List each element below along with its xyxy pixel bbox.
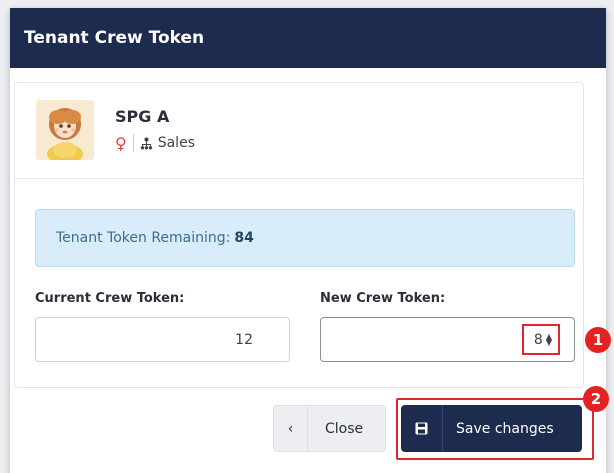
crew-department: Sales bbox=[157, 135, 195, 151]
new-crew-token-label: New Crew Token: bbox=[320, 291, 446, 306]
new-crew-token-field[interactable]: 8 ▲ ▼ bbox=[320, 317, 575, 362]
save-changes-label: Save changes bbox=[456, 420, 554, 437]
modal-title: Tenant Crew Token bbox=[24, 28, 205, 48]
current-crew-token-label: Current Crew Token: bbox=[35, 291, 185, 306]
annotation-badge-1: 1 bbox=[585, 327, 611, 353]
save-changes-button[interactable]: Save changes bbox=[401, 405, 582, 452]
crew-meta: ♀ Sales bbox=[115, 133, 195, 153]
quantity-stepper[interactable]: 8 ▲ ▼ bbox=[521, 324, 560, 355]
close-button[interactable]: ‹ Close bbox=[273, 405, 386, 452]
token-remaining-value: 84 bbox=[234, 230, 254, 246]
annotation-badge-2: 2 bbox=[583, 386, 609, 412]
token-remaining-alert: Tenant Token Remaining: 84 bbox=[35, 209, 575, 267]
female-icon: ♀ bbox=[115, 133, 127, 153]
avatar-illustration bbox=[36, 100, 94, 160]
chevron-left-icon: ‹ bbox=[274, 406, 308, 451]
modal-header: Tenant Crew Token bbox=[10, 8, 606, 68]
stepper-down-icon[interactable]: ▼ bbox=[546, 338, 552, 346]
current-crew-token-value: 12 bbox=[235, 331, 253, 348]
close-button-label: Close bbox=[325, 420, 364, 437]
crew-name: SPG A bbox=[115, 107, 170, 126]
org-chart-icon bbox=[140, 137, 153, 150]
stepper-arrows[interactable]: ▲ ▼ bbox=[546, 332, 552, 346]
new-crew-token-value: 8 bbox=[533, 331, 543, 348]
crew-profile: SPG A ♀ Sales bbox=[15, 83, 583, 179]
crew-card: SPG A ♀ Sales Tenant Token Remaining: 84… bbox=[14, 82, 584, 388]
token-remaining-label: Tenant Token Remaining: bbox=[56, 230, 231, 246]
floppy-disk-icon bbox=[401, 405, 443, 452]
current-crew-token-field[interactable]: 12 bbox=[35, 317, 290, 362]
meta-divider bbox=[132, 134, 134, 152]
avatar bbox=[36, 100, 94, 160]
